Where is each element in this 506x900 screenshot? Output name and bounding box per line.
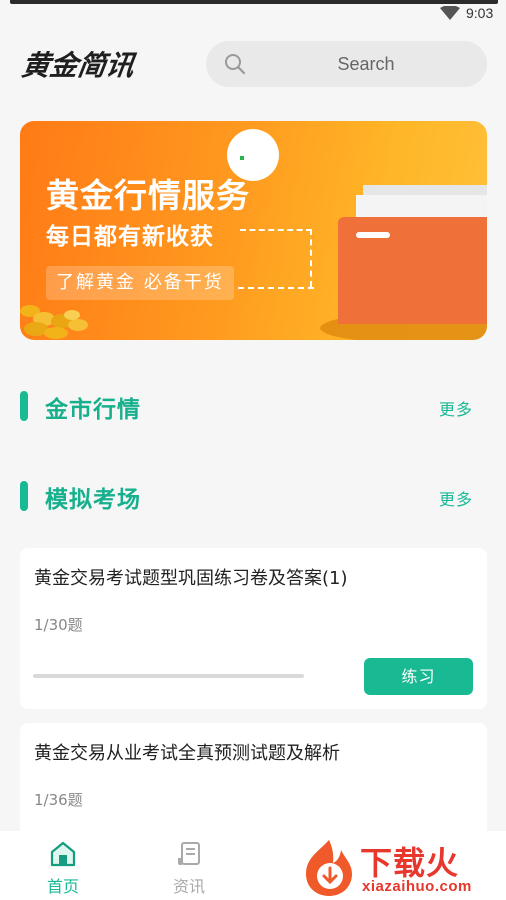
clock-text: 9:03 (466, 5, 494, 21)
practice-button[interactable]: 练习 (364, 658, 473, 695)
dashed-connector-bottom (238, 287, 314, 289)
tab-label: 资讯 (172, 877, 205, 896)
folder-icon (338, 217, 487, 324)
status-bar: 9:03 (0, 0, 506, 26)
section-header-market: 金市行情 更多 (20, 389, 487, 423)
banner-tag: 了解黄金 必备干货 (46, 266, 234, 300)
more-link-exams[interactable]: 更多 (439, 486, 473, 510)
section-accent-bar (20, 391, 28, 421)
exam-title: 黄金交易考试题型巩固练习卷及答案(1) (34, 568, 348, 589)
wifi-icon (440, 6, 460, 20)
dashed-connector (240, 229, 312, 287)
more-link-market[interactable]: 更多 (439, 396, 473, 420)
watermark-url: xiazaihuo.com (362, 878, 472, 895)
folder-label-strip (356, 232, 390, 238)
tab-news[interactable]: 资讯 (149, 831, 229, 900)
promo-banner[interactable]: 黄金行情服务 每日都有新收获 了解黄金 必备干货 (20, 121, 487, 340)
search-icon (225, 54, 246, 75)
tab-home[interactable]: 首页 (23, 831, 103, 900)
exam-question-count: 1/30题 (34, 616, 83, 634)
exam-question-count: 1/36题 (34, 791, 83, 809)
section-title: 模拟考场 (45, 487, 141, 513)
watermark-logo: 下载火 xiazaihuo.com (298, 832, 504, 900)
section-header-exams: 模拟考场 更多 (20, 479, 487, 513)
home-icon (50, 841, 76, 867)
banner-title: 黄金行情服务 (46, 176, 250, 215)
search-input[interactable] (266, 41, 466, 87)
search-bar[interactable] (206, 41, 487, 87)
exam-progress-bar (33, 674, 304, 678)
banner-subtitle: 每日都有新收获 (46, 224, 214, 250)
section-accent-bar (20, 481, 28, 511)
app-logo-text: 黄金简讯 (19, 49, 137, 82)
flame-download-icon (306, 840, 352, 896)
exam-title: 黄金交易从业考试全真预测试题及解析 (34, 743, 340, 764)
exam-card[interactable]: 黄金交易考试题型巩固练习卷及答案(1) 1/30题 练习 (20, 548, 487, 709)
exam-card[interactable]: 黄金交易从业考试全真预测试题及解析 1/36题 (20, 723, 487, 843)
app-logo: 黄金简讯 (19, 44, 137, 84)
news-icon (178, 842, 200, 865)
status-bar-top-edge (10, 0, 498, 4)
decorative-dot (240, 156, 244, 160)
section-title: 金市行情 (45, 397, 141, 423)
tab-label: 首页 (46, 877, 79, 896)
